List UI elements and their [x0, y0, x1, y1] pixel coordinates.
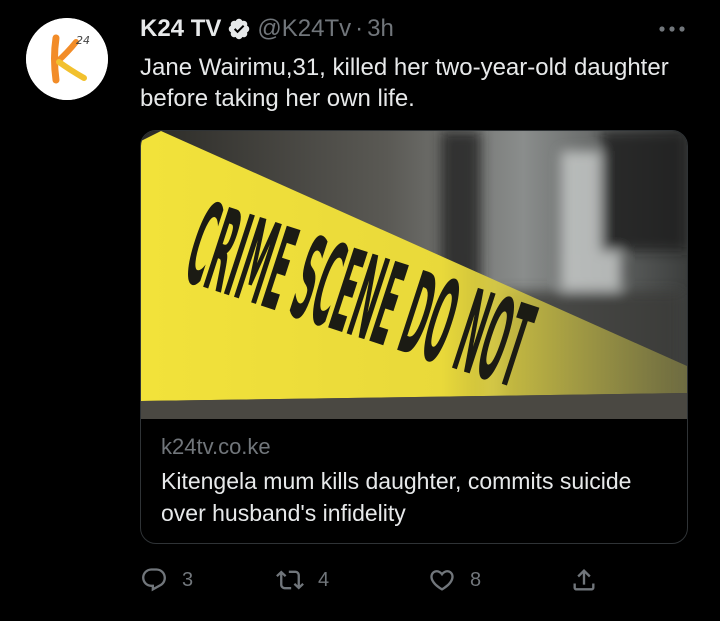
retweet-button[interactable]: 4	[276, 562, 329, 598]
reply-button[interactable]: 3	[140, 562, 193, 598]
share-button[interactable]	[570, 562, 598, 598]
separator-dot: ·	[355, 15, 364, 42]
card-title: Kitengela mum kills daughter, commits su…	[161, 468, 632, 526]
avatar[interactable]: 24	[26, 18, 108, 100]
retweet-icon	[276, 566, 304, 594]
reply-icon	[140, 566, 168, 594]
like-icon	[428, 566, 456, 594]
tweet-actions: 3 4 8	[140, 562, 610, 598]
retweet-count: 4	[318, 568, 330, 591]
like-button[interactable]: 8	[428, 562, 481, 598]
tweet-text: Jane Wairimu,31, killed her two-year-old…	[140, 54, 669, 112]
author-handle[interactable]: @K24Tv	[257, 14, 351, 44]
card-domain: k24tv.co.ke	[161, 434, 271, 459]
tweet-header: K24 TV @K24Tv · 3h	[140, 14, 394, 44]
tweet-time[interactable]: 3h	[367, 14, 394, 44]
author-name[interactable]: K24 TV	[140, 14, 221, 44]
verified-badge-icon	[227, 17, 251, 41]
more-icon[interactable]	[652, 14, 692, 44]
svg-text:24: 24	[76, 34, 90, 47]
k24-logo: 24	[26, 18, 108, 100]
like-count: 8	[470, 568, 482, 591]
reply-count: 3	[182, 568, 194, 591]
link-card[interactable]: CRIME SCENE DO NOT k24tv.co.ke Kitengela…	[140, 130, 688, 544]
share-icon	[570, 566, 598, 594]
card-image: CRIME SCENE DO NOT	[141, 131, 687, 419]
